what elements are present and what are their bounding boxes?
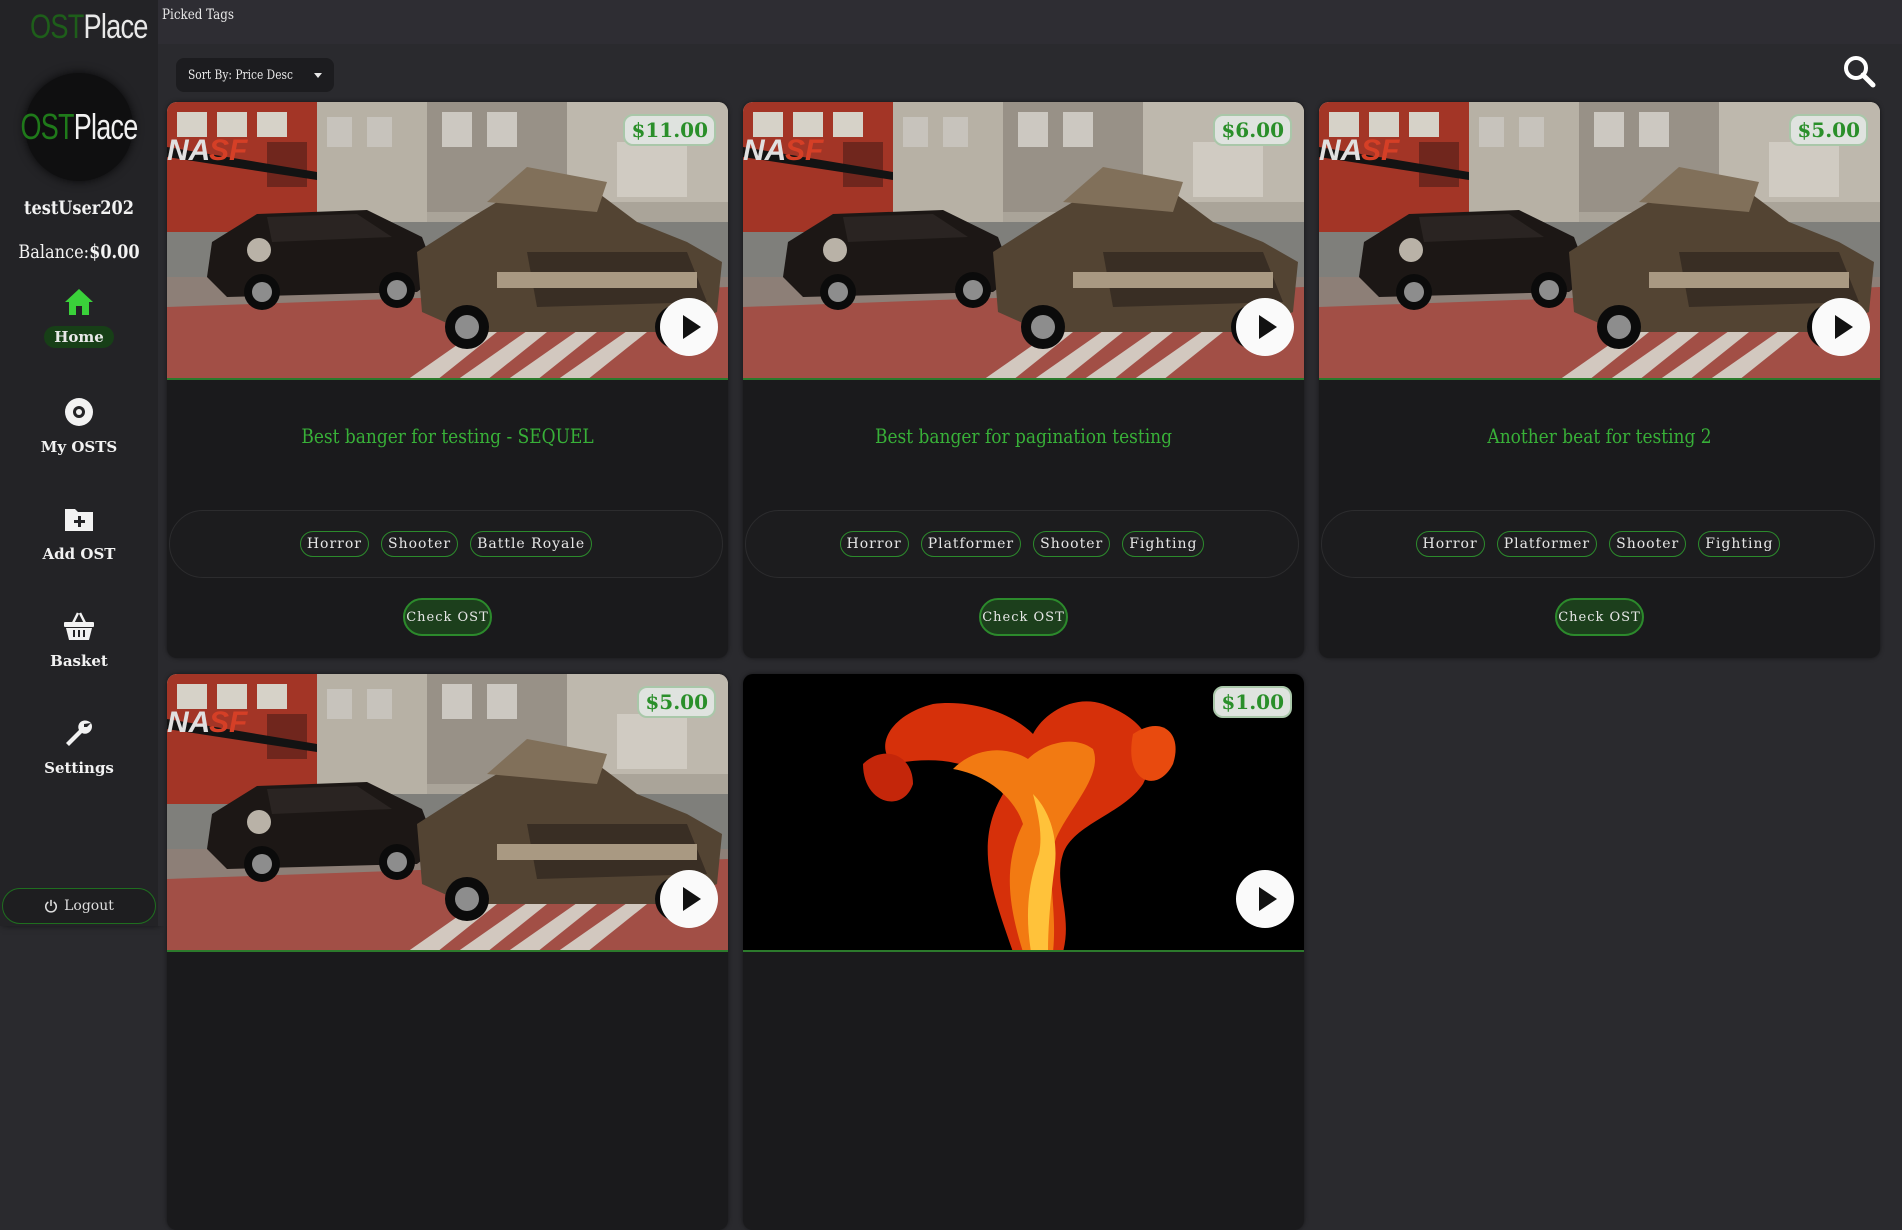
app-logo[interactable]: OSTPlace <box>30 8 148 47</box>
tag-list: Horror Platformer Shooter Fighting <box>745 510 1299 578</box>
price-badge: $5.00 <box>1789 114 1868 146</box>
ost-card: $11.00 Best banger for testing - SEQUEL … <box>167 102 728 658</box>
avatar[interactable]: OSTPlace <box>20 73 138 181</box>
tag[interactable]: Platformer <box>1496 531 1598 557</box>
chevron-down-icon <box>314 72 323 78</box>
nav-add-ost-label: Add OST <box>42 545 116 563</box>
add-folder-icon <box>65 509 93 531</box>
main-content: Sort By: Price Desc $11.00 Best banger f… <box>158 44 1902 1230</box>
nav-basket-label: Basket <box>50 652 108 670</box>
tag-list: Horror Platformer Shooter Fighting <box>1321 510 1875 578</box>
tag-list: Horror Shooter Battle Royale <box>169 510 723 578</box>
avatar-place-text: Place <box>73 106 139 147</box>
play-button[interactable] <box>660 298 718 356</box>
ost-card: $5.00 <box>167 674 728 1230</box>
sidebar: OSTPlace OSTPlace testUser202 Balance:$0… <box>0 0 158 926</box>
avatar-ost-text: OST <box>20 106 74 147</box>
check-ost-button[interactable]: Check OST <box>403 598 492 636</box>
basket-icon <box>64 612 94 640</box>
tag[interactable]: Shooter <box>1033 531 1111 557</box>
price-badge: $1.00 <box>1213 686 1292 718</box>
tag[interactable]: Shooter <box>1609 531 1687 557</box>
tag[interactable]: Battle Royale <box>470 531 593 557</box>
search-icon <box>1844 56 1876 88</box>
nav-my-osts[interactable]: My OSTS <box>0 396 158 458</box>
search-button[interactable] <box>1842 54 1876 88</box>
tag[interactable]: Horror <box>299 531 369 557</box>
play-button[interactable] <box>1236 298 1294 356</box>
page-title[interactable]: Picked Tags <box>162 7 234 23</box>
price-badge: $11.00 <box>623 114 716 146</box>
home-icon <box>65 289 93 315</box>
ost-title: Best banger for pagination testing <box>874 424 1172 448</box>
nav-basket[interactable]: Basket <box>0 610 158 672</box>
nav-settings-label: Settings <box>44 759 114 777</box>
ost-card: $1.00 <box>743 674 1304 1230</box>
sort-dropdown[interactable]: Sort By: Price Desc <box>176 58 335 92</box>
play-button[interactable] <box>660 870 718 928</box>
price-badge: $5.00 <box>637 686 716 718</box>
nav-home-label: Home <box>44 326 114 348</box>
price-badge: $6.00 <box>1213 114 1292 146</box>
tag[interactable]: Shooter <box>380 531 459 557</box>
play-button[interactable] <box>1812 298 1870 356</box>
balance-value: $0.00 <box>89 241 140 263</box>
tag[interactable]: Horror <box>839 531 909 557</box>
play-button[interactable] <box>1236 870 1294 928</box>
tag[interactable]: Horror <box>1415 531 1485 557</box>
nav-add-ost[interactable]: Add OST <box>0 503 158 565</box>
balance-label: Balance: <box>18 241 90 263</box>
logo-ost-text: OST <box>30 8 84 46</box>
wrench-icon <box>66 720 92 746</box>
ost-title: Another beat for testing 2 <box>1487 424 1712 448</box>
tag[interactable]: Platformer <box>920 531 1022 557</box>
ost-title: Best banger for testing - SEQUEL <box>301 424 594 448</box>
check-ost-button[interactable]: Check OST <box>979 598 1068 636</box>
username: testUser202 <box>24 197 134 219</box>
logout-button[interactable]: Logout <box>2 888 156 924</box>
sort-label: Sort By: Price Desc <box>188 67 293 83</box>
logo-place-text: Place <box>83 8 149 46</box>
balance: Balance:$0.00 <box>12 241 146 263</box>
top-bar: Picked Tags <box>158 0 1902 44</box>
logout-label: Logout <box>64 898 114 914</box>
tag[interactable]: Fighting <box>1698 531 1781 557</box>
check-ost-button[interactable]: Check OST <box>1555 598 1644 636</box>
ost-card: $5.00 Another beat for testing 2 Horror … <box>1319 102 1880 658</box>
nav-my-osts-label: My OSTS <box>40 438 118 456</box>
tag[interactable]: Fighting <box>1122 531 1205 557</box>
nav-settings[interactable]: Settings <box>0 717 158 779</box>
disc-icon <box>65 398 93 426</box>
ost-card: $6.00 Best banger for pagination testing… <box>743 102 1304 658</box>
nav-home[interactable]: Home <box>0 286 158 348</box>
power-icon <box>45 899 58 913</box>
